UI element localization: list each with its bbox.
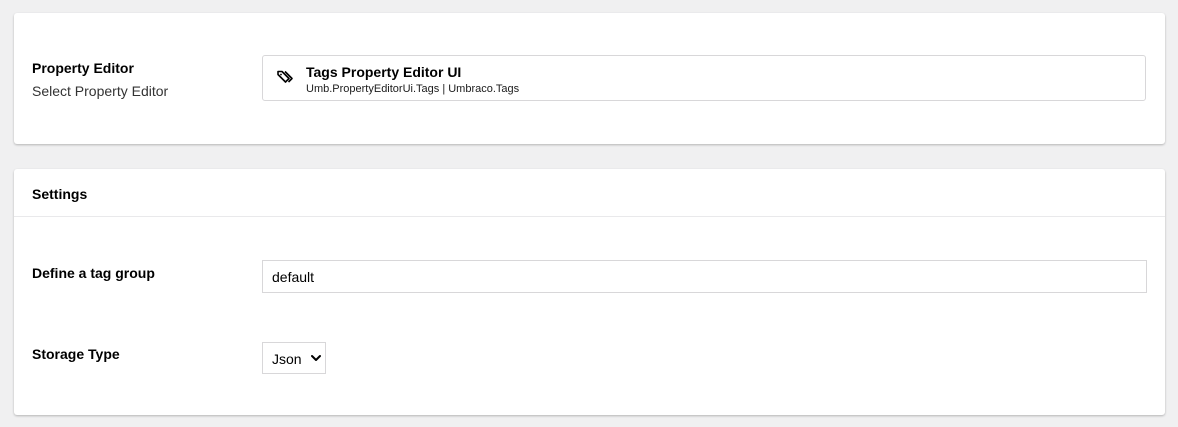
settings-title: Settings	[32, 186, 88, 202]
property-editor-alias: Umb.PropertyEditorUi.Tags | Umbraco.Tags	[306, 83, 520, 95]
chevron-down-icon	[311, 355, 321, 361]
property-editor-picker[interactable]: Tags Property Editor UI Umb.PropertyEdit…	[262, 55, 1146, 101]
settings-header: Settings	[14, 169, 1165, 217]
property-editor-label: Property Editor	[32, 60, 134, 76]
property-editor-name: Tags Property Editor UI	[306, 64, 462, 80]
tag-group-label: Define a tag group	[32, 265, 155, 281]
settings-card: Settings Define a tag group Storage Type…	[14, 169, 1165, 415]
storage-type-label: Storage Type	[32, 346, 120, 362]
storage-type-value: Json	[272, 351, 302, 367]
property-editor-description: Select Property Editor	[32, 83, 169, 99]
storage-type-select[interactable]: Json	[262, 342, 326, 374]
tag-group-input[interactable]	[262, 260, 1147, 293]
tag-icon	[277, 70, 293, 83]
property-editor-card: Property Editor Select Property Editor T…	[14, 13, 1165, 144]
